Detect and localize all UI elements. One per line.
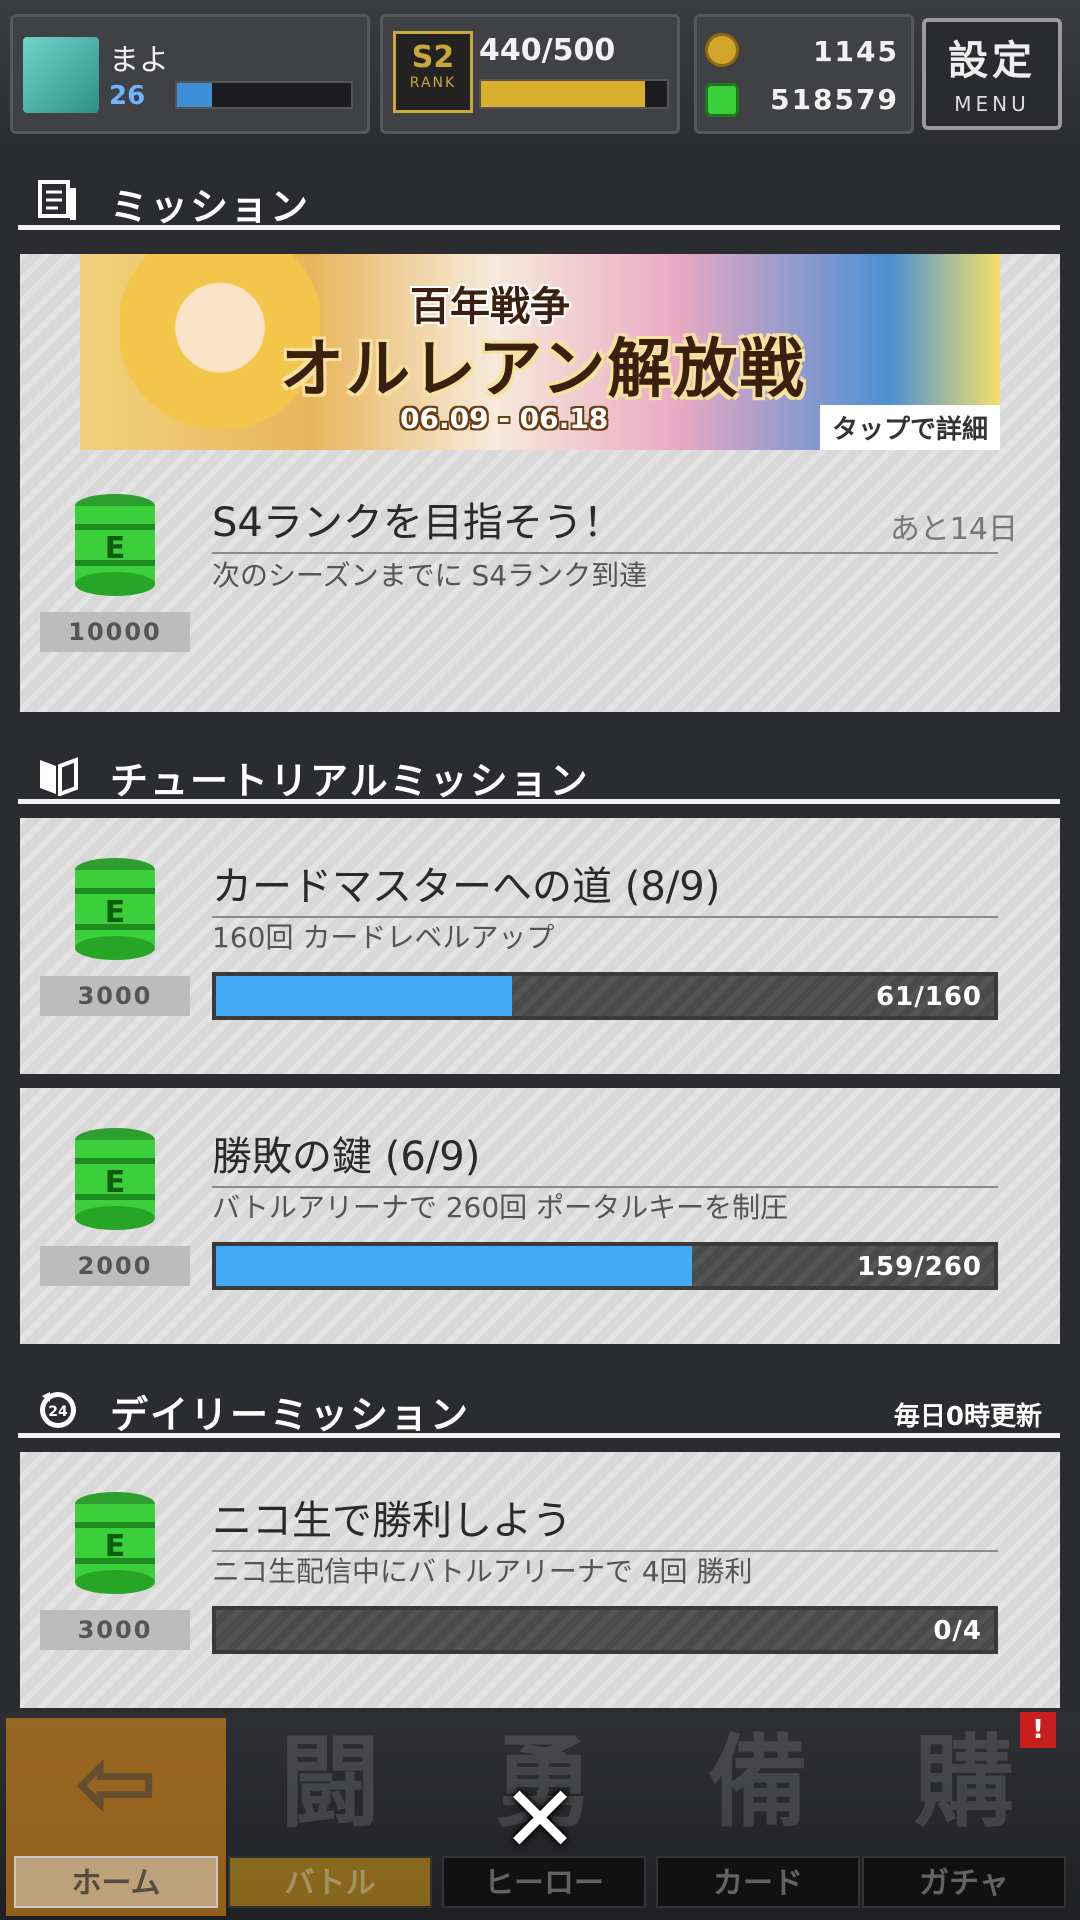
mission-progress-text: 159/260 [856, 1252, 982, 1282]
close-icon[interactable]: ✕ [490, 1770, 590, 1870]
reward-amount: 2000 [40, 1246, 190, 1286]
mission-section-header: ミッション [18, 170, 1060, 230]
rank-points: 440/500 [479, 33, 616, 68]
mission-reward: E 10000 [40, 490, 190, 652]
green-drum-icon: E [75, 1492, 155, 1594]
nav-label: ホーム [14, 1856, 218, 1908]
section-title: デイリーミッション [110, 1393, 471, 1437]
player-level: 26 [109, 81, 146, 111]
menu-button[interactable]: 設定 MENU [922, 18, 1062, 130]
mission-title: S4ランクを目指そう！ [212, 490, 998, 554]
section-title: チュートリアルミッション [110, 759, 590, 803]
green-currency-count: 518579 [770, 83, 899, 116]
mission-progress-text: 0/4 [933, 1616, 982, 1646]
nav-card[interactable]: 備 カード [648, 1718, 868, 1916]
rank-progress-bar [479, 79, 669, 109]
mission-description: 160回 カードレベルアップ [212, 921, 555, 954]
svg-text:E: E [105, 1165, 126, 1200]
mission-progress-text: 61/160 [876, 982, 982, 1012]
mission-description: バトルアリーナで 260回 ポータルキーを制圧 [212, 1191, 789, 1224]
menu-button-kanji: 設定 [948, 38, 1036, 84]
mission-progress-bar: 61/160 [212, 972, 998, 1020]
player-avatar [23, 37, 99, 113]
mission-deadline: あと14日 [889, 512, 1018, 547]
green-currency-icon [705, 83, 739, 117]
nav-home[interactable]: ⇦ ホーム [6, 1718, 226, 1916]
rank-badge-name: S2 [411, 40, 455, 75]
rank-badge: S2 RANK [393, 31, 473, 113]
rank-progress-fill [481, 81, 645, 107]
gold-coin-icon [705, 33, 739, 67]
mission-progress-bar: 0/4 [212, 1606, 998, 1654]
nav-label: ガチャ [862, 1856, 1066, 1908]
gold-coin-count: 1145 [813, 35, 899, 68]
green-drum-icon: E [75, 858, 155, 960]
card-icon: 備 [708, 1724, 808, 1841]
section-title: ミッション [110, 185, 311, 229]
svg-text:E: E [105, 895, 126, 930]
rank-panel[interactable]: S2 RANK 440/500 [380, 14, 680, 134]
mission-progress-fill [216, 1246, 693, 1286]
player-exp-fill [177, 83, 212, 107]
top-status-bar: まよ 26 S2 RANK 440/500 1145 518579 設定 MEN… [0, 0, 1080, 150]
book-icon [40, 757, 78, 796]
player-panel[interactable]: まよ 26 [10, 14, 370, 134]
home-icon: ⇦ [74, 1724, 158, 1841]
green-drum-icon: E [75, 494, 155, 596]
mission-progress-fill [216, 976, 513, 1016]
currency-panel[interactable]: 1145 518579 [694, 14, 914, 134]
svg-text:24: 24 [48, 1404, 68, 1420]
svg-text:E: E [105, 531, 126, 566]
mission-title: 勝敗の鍵 (6/9) [212, 1124, 998, 1188]
refresh-24-icon: 24 [40, 1392, 76, 1428]
battle-icon: 闘 [280, 1724, 380, 1841]
mission-title: カードマスターへの道 (8/9) [212, 854, 998, 918]
tutorial-section-header: チュートリアルミッション [18, 744, 1060, 804]
nav-label: カード [656, 1856, 860, 1908]
daily-section-header: 24 デイリーミッション 毎日0時更新 [18, 1378, 1060, 1438]
mission-description: 次のシーズンまでに S4ランク到達 [212, 559, 648, 592]
mission-reward: E 2000 [40, 1124, 190, 1286]
daily-reset-note: 毎日0時更新 [893, 1402, 1042, 1432]
green-drum-icon: E [75, 1128, 155, 1230]
nav-battle[interactable]: 闘 バトル [220, 1718, 440, 1916]
svg-text:E: E [105, 1529, 126, 1564]
banner-dates: 06.09 - 06.18 [400, 402, 609, 435]
menu-button-label: MENU [954, 92, 1030, 116]
rank-badge-label: RANK [409, 75, 457, 91]
nav-label: バトル [228, 1856, 432, 1908]
mission-reward: E 3000 [40, 854, 190, 1016]
banner-tap-detail[interactable]: タップで詳細 [819, 405, 1000, 450]
mission-title: ニコ生で勝利しよう [212, 1488, 998, 1552]
reward-amount: 3000 [40, 1610, 190, 1650]
mission-reward: E 3000 [40, 1488, 190, 1650]
player-exp-bar [175, 81, 353, 109]
mission-progress-bar: 159/260 [212, 1242, 998, 1290]
reward-amount: 3000 [40, 976, 190, 1016]
player-name: まよ [109, 43, 169, 78]
notification-badge: ! [1020, 1712, 1056, 1748]
document-icon [38, 180, 76, 220]
banner-title-main: オルレアン解放戦 [280, 332, 806, 407]
mission-description: ニコ生配信中にバトルアリーナで 4回 勝利 [212, 1555, 753, 1588]
reward-amount: 10000 [40, 612, 190, 652]
event-banner[interactable]: 百年戦争 オルレアン解放戦 06.09 - 06.18 タップで詳細 [80, 254, 1000, 450]
